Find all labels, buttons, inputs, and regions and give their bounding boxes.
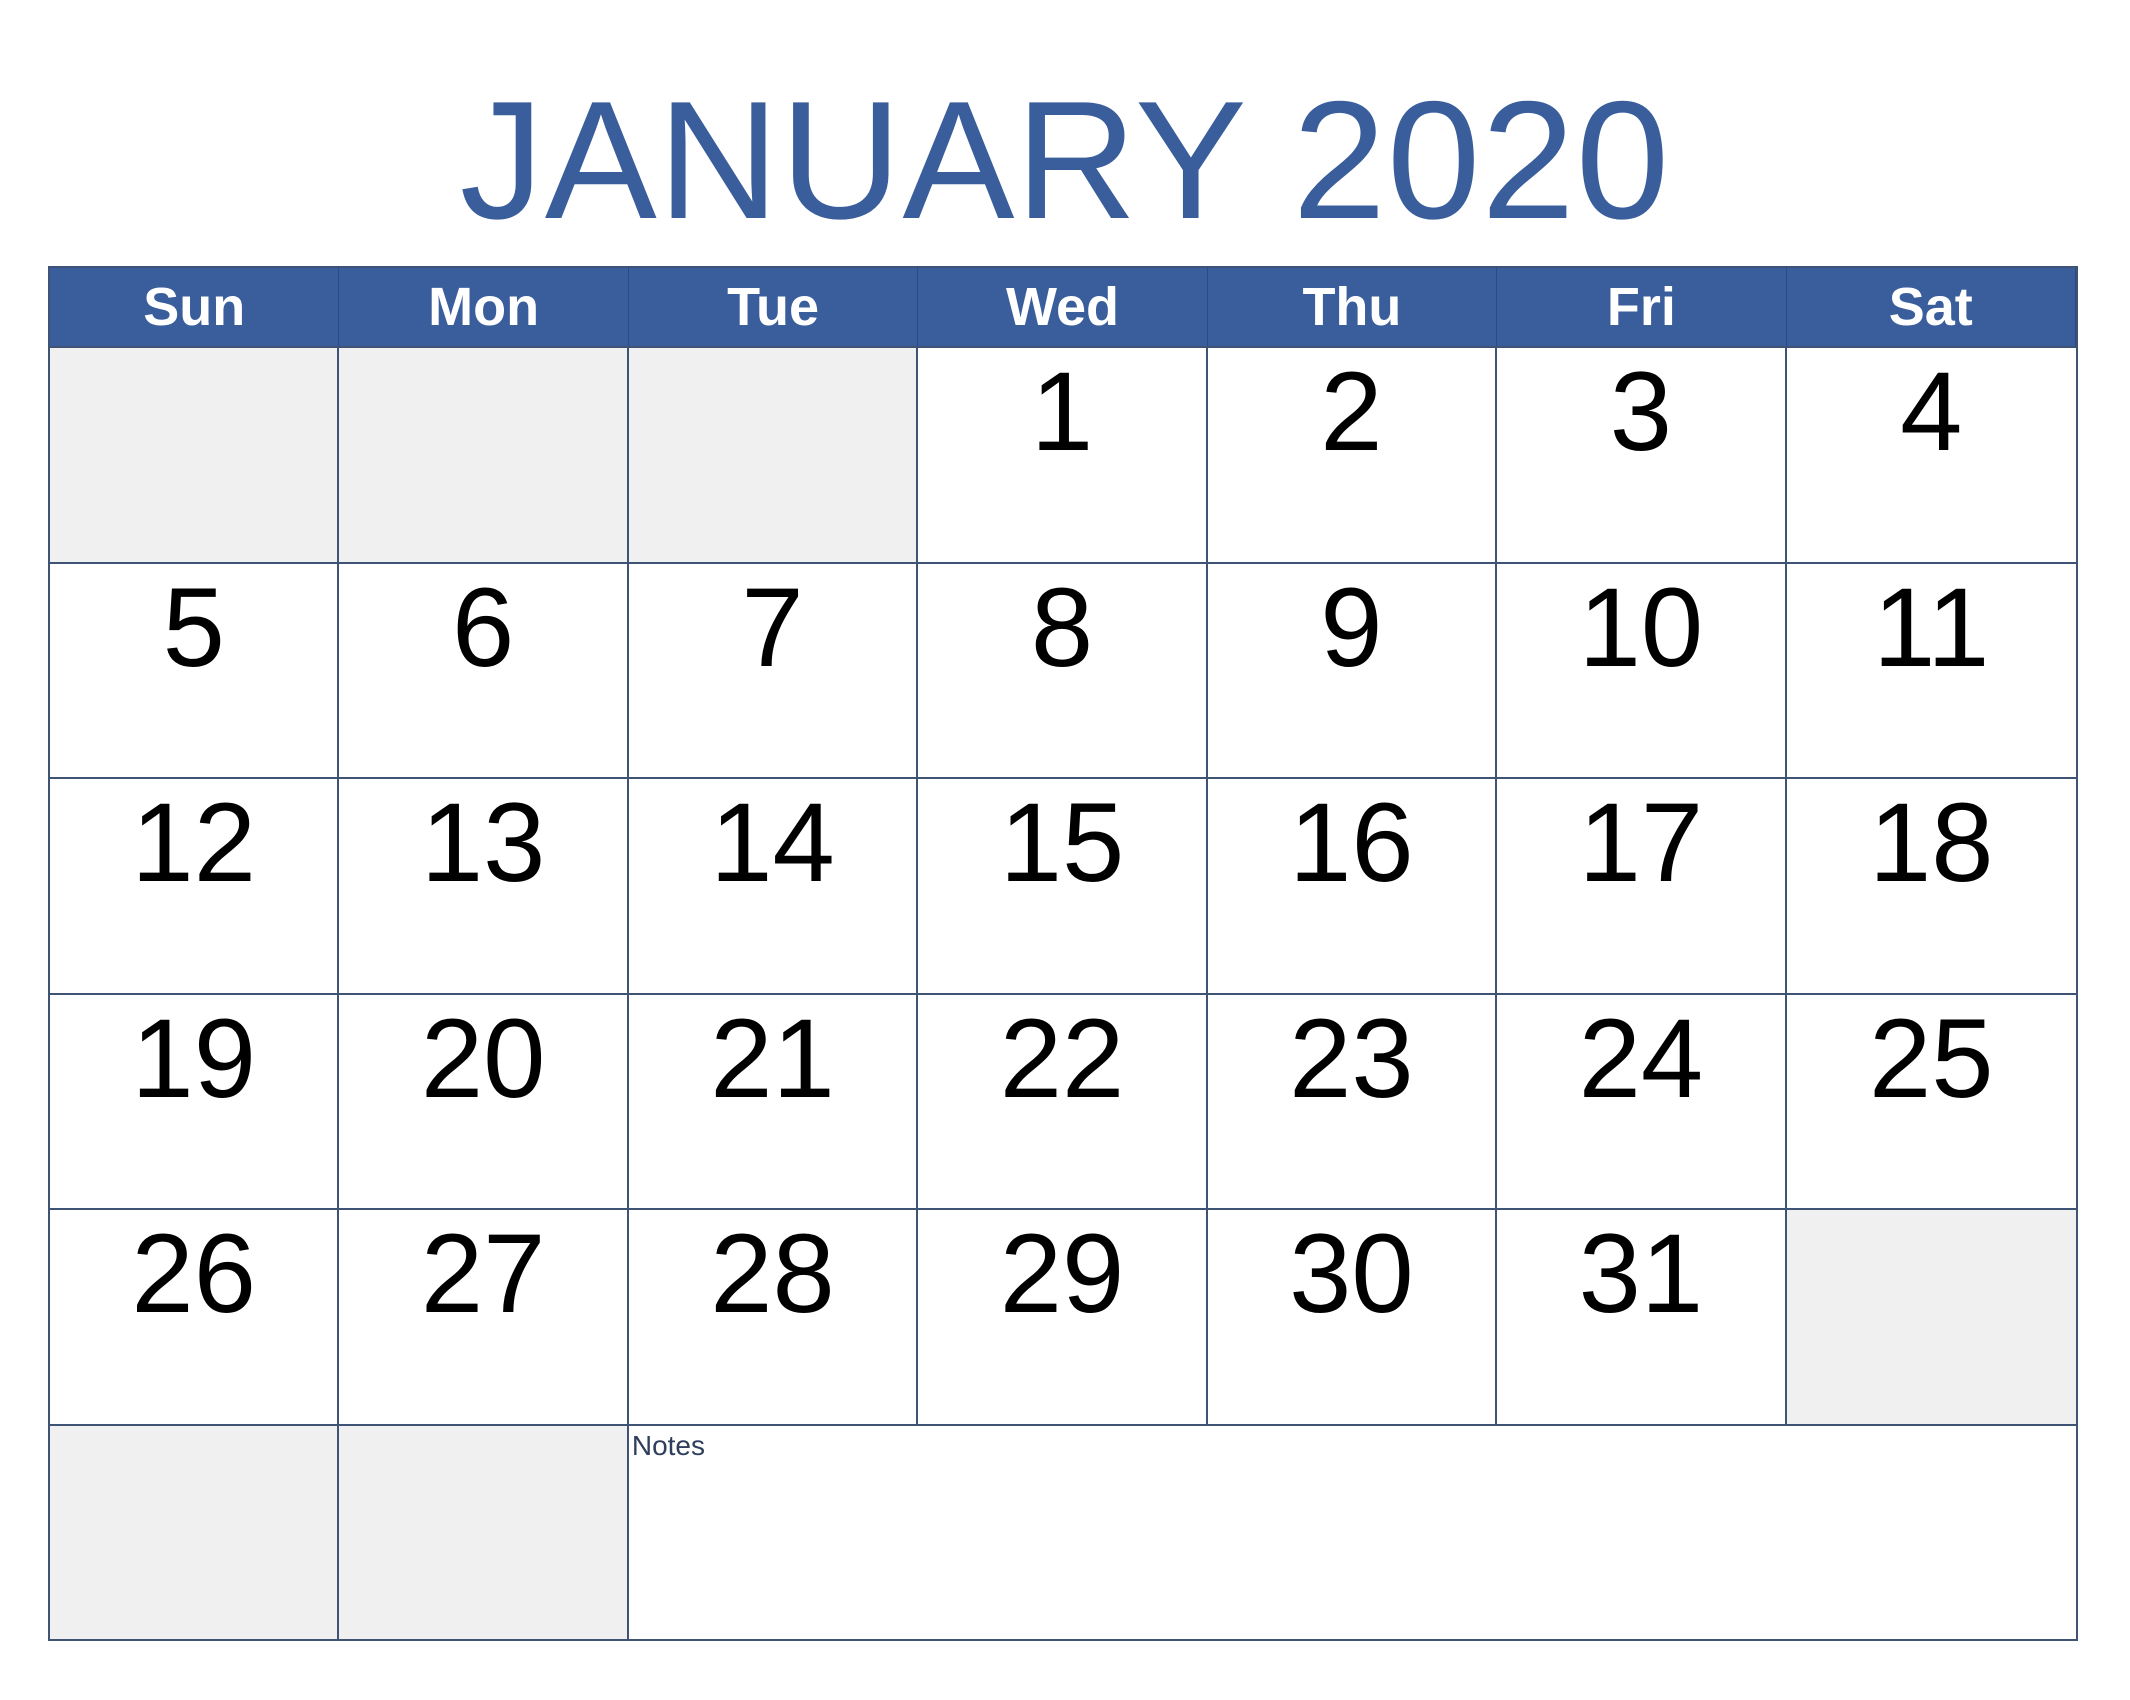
day-cell[interactable]: 17: [1497, 777, 1787, 993]
day-cell[interactable]: 9: [1207, 561, 1498, 777]
empty-day-cell: [50, 1423, 340, 1639]
weekday-header-sun: Sun: [50, 268, 340, 346]
day-cell[interactable]: 10: [1497, 561, 1787, 777]
day-cell[interactable]: 22: [918, 992, 1208, 1208]
day-cell[interactable]: 16: [1207, 777, 1498, 993]
day-cell[interactable]: 19: [50, 992, 340, 1208]
weekday-header-tue: Tue: [628, 268, 919, 346]
calendar-grid: Sun Mon Tue Wed Thu Fri Sat 1 2 3 4 5 6 7 8 9 10 11 12 13 14…: [48, 266, 2078, 1641]
empty-day-cell: [628, 346, 919, 562]
day-cell[interactable]: 29: [918, 1208, 1208, 1424]
day-cell[interactable]: 27: [339, 1208, 629, 1424]
day-cell[interactable]: 18: [1786, 777, 2076, 993]
day-cell[interactable]: 12: [50, 777, 340, 993]
day-cell[interactable]: 15: [918, 777, 1208, 993]
weekday-header-sat: Sat: [1786, 268, 2076, 346]
calendar-title: JANUARY 2020: [459, 66, 1671, 254]
day-cell[interactable]: 8: [918, 561, 1208, 777]
day-cell[interactable]: 31: [1497, 1208, 1787, 1424]
day-cell[interactable]: 21: [628, 992, 919, 1208]
day-cell[interactable]: 24: [1497, 992, 1787, 1208]
day-cell[interactable]: 5: [50, 561, 340, 777]
day-cell[interactable]: 26: [50, 1208, 340, 1424]
day-cell[interactable]: 23: [1207, 992, 1498, 1208]
weekday-header-fri: Fri: [1497, 268, 1787, 346]
day-cell[interactable]: 4: [1786, 346, 2076, 562]
empty-day-cell: [1786, 1208, 2076, 1424]
notes-area[interactable]: Notes: [628, 1423, 2076, 1640]
weekday-header-mon: Mon: [339, 268, 629, 346]
day-cell[interactable]: 6: [339, 561, 629, 777]
day-cell[interactable]: 2: [1207, 346, 1498, 562]
day-cell[interactable]: 30: [1207, 1208, 1498, 1424]
day-cell[interactable]: 28: [628, 1208, 919, 1424]
day-cell[interactable]: 25: [1786, 992, 2076, 1209]
weekday-header-wed: Wed: [918, 268, 1208, 346]
day-cell[interactable]: 13: [339, 777, 629, 993]
day-cell[interactable]: 11: [1786, 561, 2076, 778]
day-cell[interactable]: 1: [918, 346, 1208, 562]
empty-day-cell: [50, 346, 340, 562]
day-cell[interactable]: 3: [1497, 346, 1787, 562]
day-cell[interactable]: 14: [628, 777, 919, 993]
weekday-header-thu: Thu: [1207, 268, 1498, 346]
empty-day-cell: [339, 346, 629, 562]
notes-label: Notes: [631, 1429, 705, 1461]
day-cell[interactable]: 7: [628, 561, 919, 777]
empty-day-cell: [339, 1423, 629, 1639]
day-cell[interactable]: 20: [339, 992, 629, 1208]
